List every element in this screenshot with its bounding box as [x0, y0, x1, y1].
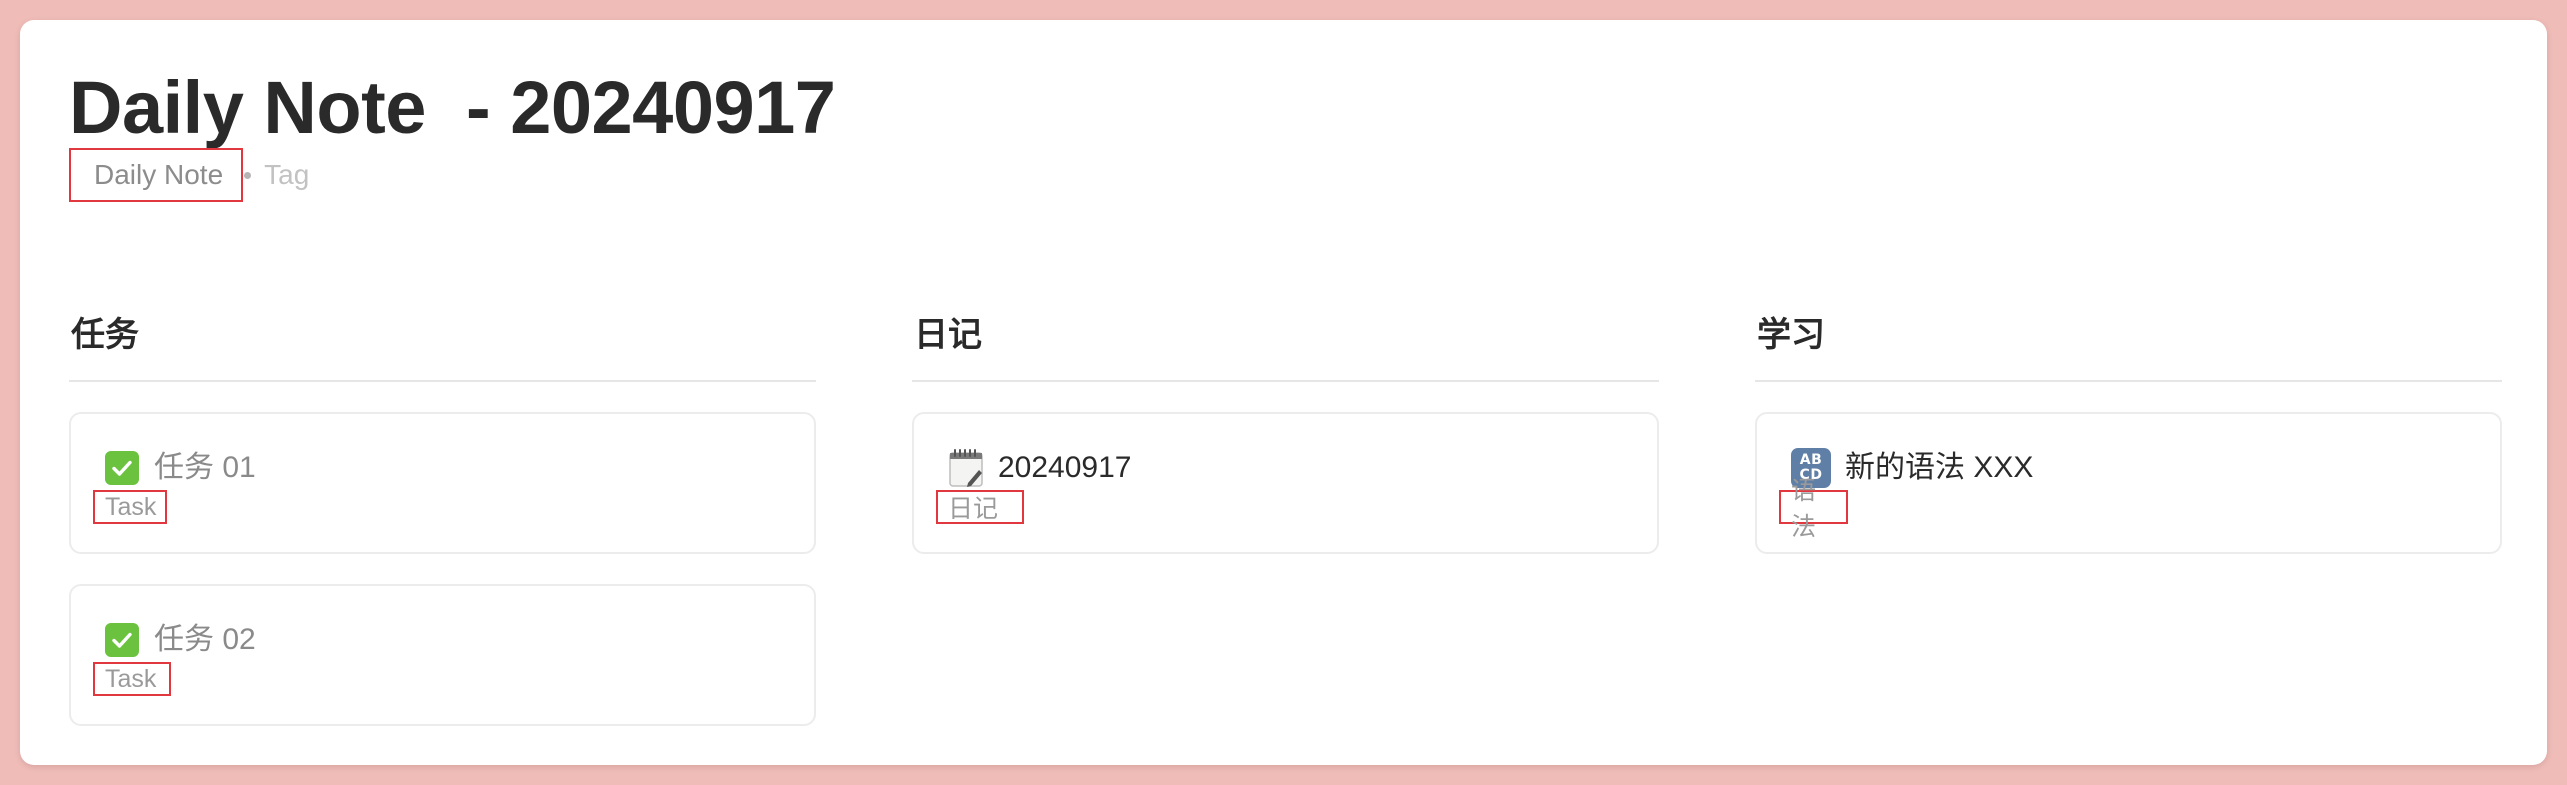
task-card[interactable]: 任务 01 Task [69, 412, 816, 554]
card-title-text[interactable]: 任务 02 [154, 620, 256, 660]
task-card[interactable]: 任务 02 Task [69, 584, 816, 726]
notepad-icon [948, 448, 984, 488]
checkmark-icon [105, 623, 139, 657]
column-header: 学习 [1757, 316, 1825, 354]
card-title-text[interactable]: 20240917 [998, 448, 1131, 488]
column-study: 学习 AB CD 新的语法 XXX 语法 [1755, 310, 2502, 554]
card-tag[interactable]: Task [93, 490, 167, 524]
card-tag[interactable]: 语法 [1779, 477, 1848, 541]
property-row: Daily Note Tag [69, 148, 309, 202]
column-header: 日记 [914, 316, 982, 354]
page-title[interactable]: Daily Note - 20240917 [69, 64, 836, 153]
column-divider [69, 380, 816, 382]
checkmark-icon [105, 451, 139, 485]
column-diary: 日记 20240917 日记 [912, 310, 1659, 554]
note-page: Daily Note - 20240917 Daily Note Tag 任务 … [20, 20, 2547, 765]
category-property[interactable]: Daily Note [94, 159, 223, 191]
tag-property[interactable]: Tag [264, 159, 309, 191]
column-divider [1755, 380, 2502, 382]
card-tag[interactable]: 日记 [936, 490, 1024, 524]
card-title: 任务 01 [105, 448, 256, 488]
column-divider [912, 380, 1659, 382]
diary-card[interactable]: 20240917 日记 [912, 412, 1659, 554]
card-title: 任务 02 [105, 620, 256, 660]
column-tasks: 任务 任务 01 Task 任务 02 Task [69, 310, 816, 726]
category-property-highlight[interactable]: Daily Note [69, 148, 244, 202]
separator-dot [244, 171, 252, 179]
card-tag[interactable]: Task [93, 662, 171, 696]
abcd-icon-top: AB [1799, 452, 1823, 468]
card-title-text[interactable]: 任务 01 [154, 448, 256, 488]
card-title-text[interactable]: 新的语法 XXX [1845, 448, 2033, 488]
study-card[interactable]: AB CD 新的语法 XXX 语法 [1755, 412, 2502, 554]
card-title: 20240917 [948, 448, 1131, 488]
column-header: 任务 [71, 316, 139, 354]
